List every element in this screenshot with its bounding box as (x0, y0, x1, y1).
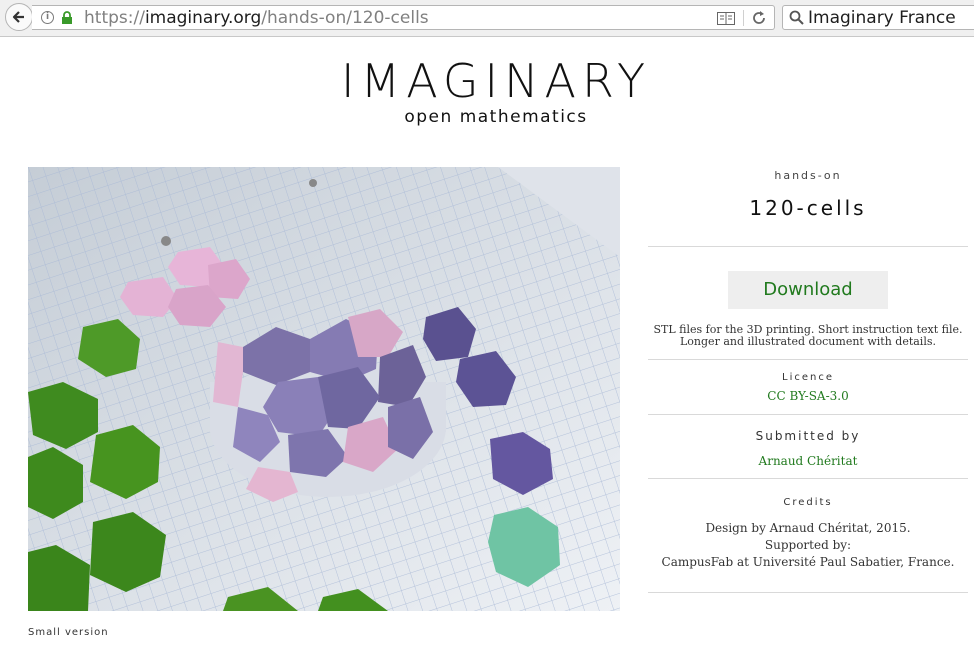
submitter-link[interactable]: Arnaud Chéritat (648, 454, 968, 468)
page-title: 120-cells (749, 196, 867, 220)
category-label: hands-on (774, 169, 842, 182)
product-photo[interactable] (28, 167, 620, 611)
divider (648, 592, 968, 593)
divider (648, 414, 968, 415)
info-icon[interactable]: i (41, 11, 54, 24)
divider (648, 359, 968, 360)
divider (648, 246, 968, 247)
url-text[interactable]: https://imaginary.org/hands-on/120-cells (84, 8, 429, 28)
back-button[interactable] (5, 3, 33, 31)
reader-view-icon[interactable] (717, 12, 735, 25)
download-description: STL files for the 3D printing. Short ins… (653, 323, 963, 348)
image-caption: Small version (28, 627, 109, 638)
site-logo[interactable]: IMAGINARY open mathematics (0, 56, 974, 128)
credits-label: Credits (783, 497, 833, 508)
download-button[interactable]: Download (728, 271, 888, 309)
logo-wordmark: IMAGINARY (340, 54, 652, 108)
logo-tagline: open mathematics (404, 107, 588, 127)
info-sidebar: hands-on 120-cells Download STL files fo… (648, 167, 968, 593)
back-arrow-icon (12, 11, 24, 23)
licence-link[interactable]: CC BY-SA-3.0 (648, 389, 968, 403)
divider (648, 478, 968, 479)
credits-line: Design by Arnaud Chéritat, 2015. (705, 521, 911, 535)
lock-icon[interactable] (61, 11, 73, 25)
submitted-by-label: Submitted by (755, 429, 861, 443)
reload-icon[interactable] (751, 10, 767, 26)
credits-text: Design by Arnaud Chéritat, 2015. Support… (648, 520, 968, 571)
credits-line: CampusFab at Université Paul Sabatier, F… (661, 555, 955, 569)
browser-toolbar: i https://imaginary.org/hands-on/120-cel… (0, 0, 974, 37)
search-input[interactable]: Imaginary France (808, 8, 956, 28)
credits-line: Supported by: (764, 538, 852, 552)
search-box[interactable]: Imaginary France (782, 5, 974, 30)
search-icon (789, 10, 804, 25)
toolbar-separator (743, 10, 744, 26)
licence-label: Licence (782, 372, 834, 383)
address-bar[interactable]: i https://imaginary.org/hands-on/120-cel… (32, 5, 775, 30)
